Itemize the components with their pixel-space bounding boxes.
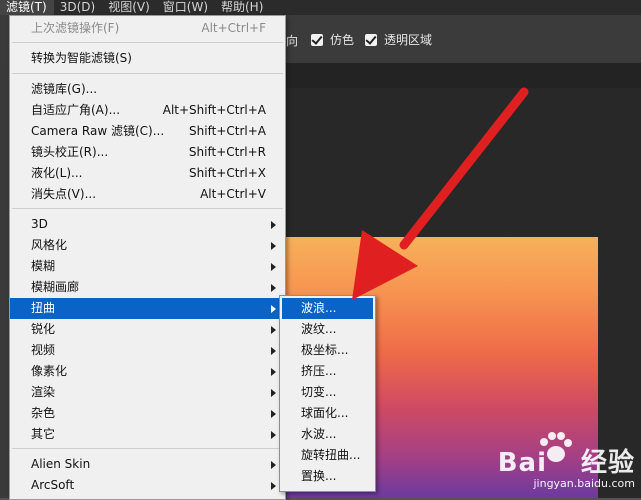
menu-view[interactable]: 视图(V) (102, 0, 157, 15)
submenu-arrow-icon (271, 368, 276, 376)
dither-checkbox[interactable]: 仿色 (311, 31, 354, 48)
menu-item-stylize[interactable]: 风格化 (10, 235, 285, 256)
watermark-brand-suffix: 经验 (580, 448, 635, 478)
menu-item-sharpen[interactable]: 锐化 (10, 319, 285, 340)
menu-window[interactable]: 窗口(W) (157, 0, 215, 15)
submenu-item-polar-coordinates[interactable]: 极坐标... (280, 340, 375, 361)
submenu-arrow-icon (271, 284, 276, 292)
menu-separator (12, 448, 283, 449)
distort-submenu: 波浪... 波纹... 极坐标... 挤压... 切变... 球面化... 水波… (279, 295, 376, 492)
submenu-item-spherize[interactable]: 球面化... (280, 403, 375, 424)
dither-label: 仿色 (330, 33, 355, 47)
menu-separator (12, 73, 283, 74)
menu-help[interactable]: 帮助(H) (215, 0, 270, 15)
submenu-item-shear[interactable]: 切变... (280, 382, 375, 403)
submenu-arrow-icon (271, 326, 276, 334)
menu-3d[interactable]: 3D(D) (54, 0, 102, 15)
submenu-item-wave[interactable]: 波浪... (282, 298, 373, 319)
menu-item-alien-skin[interactable]: Alien Skin (10, 454, 285, 475)
submenu-arrow-icon (271, 461, 276, 469)
submenu-item-twirl[interactable]: 旋转扭曲... (280, 445, 375, 466)
option-partial-label: 向 (286, 34, 299, 48)
menu-item-adaptive-wide-angle[interactable]: 自适应广角(A)... Alt+Shift+Ctrl+A (10, 100, 285, 121)
checkbox-checked-icon (311, 33, 323, 46)
menu-item-video[interactable]: 视频 (10, 340, 285, 361)
menu-separator (12, 208, 283, 209)
submenu-arrow-icon (271, 242, 276, 250)
watermark-brand: Bai (497, 448, 547, 478)
menu-item-camera-raw[interactable]: Camera Raw 滤镜(C)... Shift+Ctrl+A (10, 121, 285, 142)
menu-item-blur[interactable]: 模糊 (10, 256, 285, 277)
submenu-arrow-icon (271, 305, 276, 313)
menu-item-3d[interactable]: 3D (10, 214, 285, 235)
submenu-arrow-icon (271, 389, 276, 397)
menu-item-arcsoft[interactable]: ArcSoft (10, 475, 285, 496)
submenu-item-zigzag[interactable]: 水波... (280, 424, 375, 445)
menu-item-liquify[interactable]: 液化(L)... Shift+Ctrl+X (10, 163, 285, 184)
menu-item-last-filter[interactable]: 上次滤镜操作(F) Alt+Ctrl+F (10, 18, 285, 39)
menu-item-blur-gallery[interactable]: 模糊画廊 (10, 277, 285, 298)
filter-menu: 上次滤镜操作(F) Alt+Ctrl+F 转换为智能滤镜(S) 滤镜库(G)...… (9, 15, 286, 500)
menu-item-convert-smart-filter[interactable]: 转换为智能滤镜(S) (10, 48, 285, 69)
menu-item-other[interactable]: 其它 (10, 424, 285, 445)
submenu-arrow-icon (271, 347, 276, 355)
submenu-arrow-icon (271, 431, 276, 439)
submenu-arrow-icon (271, 221, 276, 229)
transparency-label: 透明区域 (384, 33, 433, 47)
submenu-arrow-icon (271, 263, 276, 271)
baidu-watermark: Bai 经验 jingyan.baidu.com (498, 442, 635, 490)
submenu-item-pinch[interactable]: 挤压... (280, 361, 375, 382)
app-menubar: 滤镜(T) 3D(D) 视图(V) 窗口(W) 帮助(H) (0, 0, 641, 15)
transparency-checkbox[interactable]: 透明区域 (365, 31, 432, 48)
checkbox-checked-icon (365, 33, 377, 46)
submenu-item-ripple[interactable]: 波纹... (280, 319, 375, 340)
submenu-arrow-icon (271, 410, 276, 418)
menu-item-distort[interactable]: 扭曲 (10, 298, 285, 319)
menu-item-render[interactable]: 渲染 (10, 382, 285, 403)
menu-separator (12, 42, 283, 43)
menu-filter[interactable]: 滤镜(T) (0, 0, 54, 15)
submenu-arrow-icon (271, 482, 276, 490)
menu-item-lens-correction[interactable]: 镜头校正(R)... Shift+Ctrl+R (10, 142, 285, 163)
menu-item-vanishing-point[interactable]: 消失点(V)... Alt+Ctrl+V (10, 184, 285, 205)
menu-item-noise[interactable]: 杂色 (10, 403, 285, 424)
menu-item-pixelate[interactable]: 像素化 (10, 361, 285, 382)
submenu-item-displace[interactable]: 置换... (280, 466, 375, 487)
menu-item-filter-gallery[interactable]: 滤镜库(G)... (10, 79, 285, 100)
